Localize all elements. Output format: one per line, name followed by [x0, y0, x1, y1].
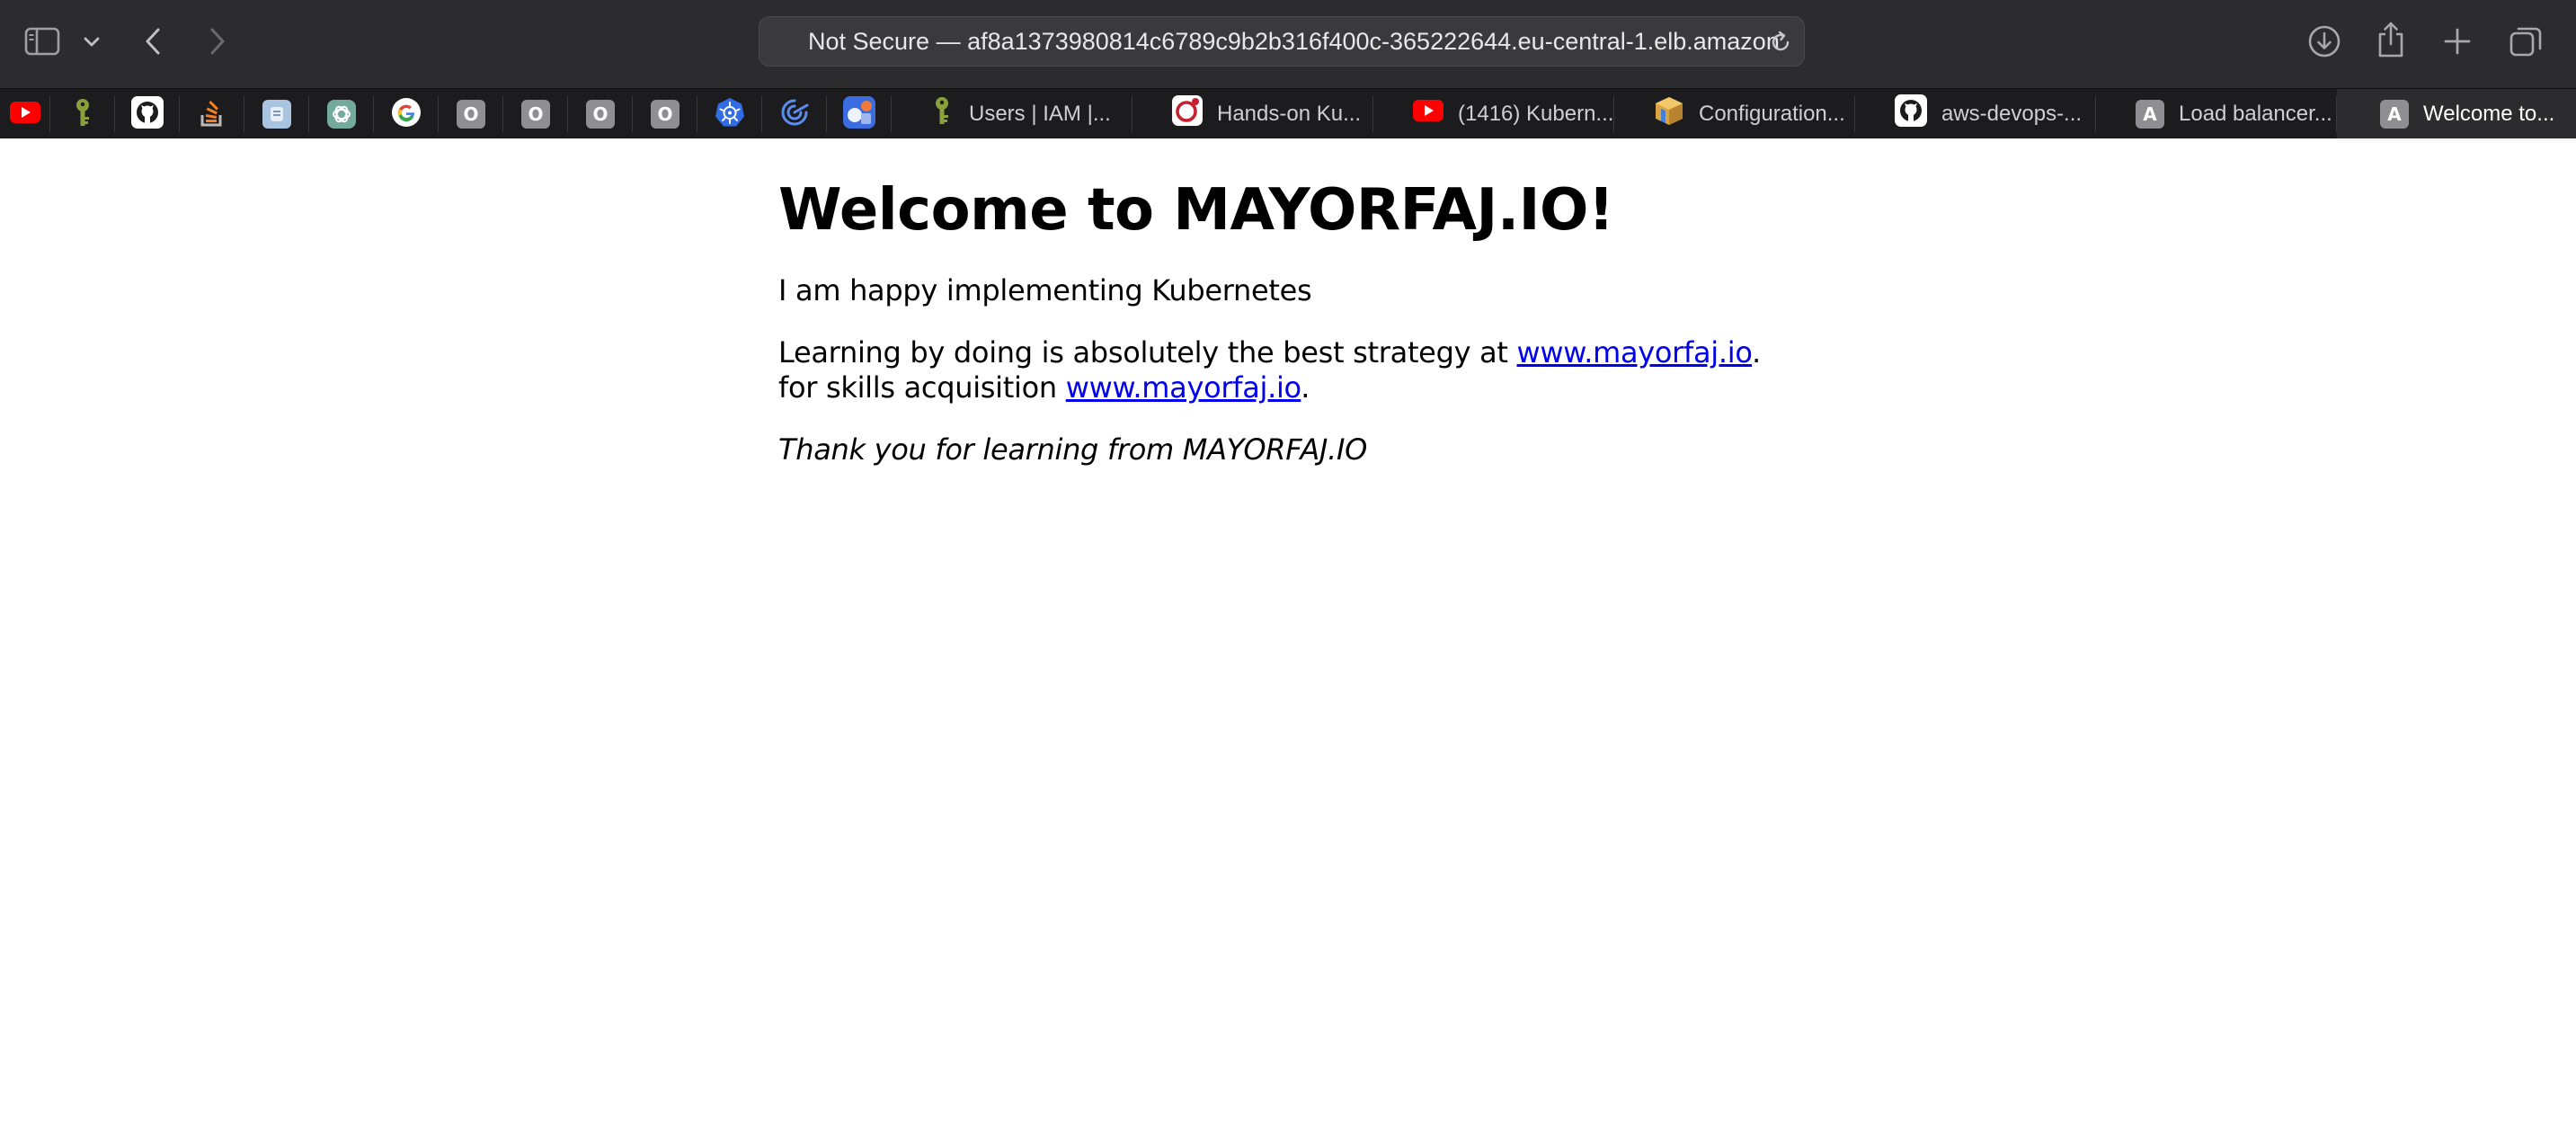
pinned-tab-o4[interactable]: O — [633, 89, 697, 138]
letter-a-icon: A — [2136, 99, 2164, 129]
letter-o-icon: O — [651, 99, 680, 129]
tab-label: Welcome to... — [2423, 101, 2555, 126]
key-icon — [931, 95, 953, 132]
sidebar-toggle-icon[interactable] — [22, 23, 63, 59]
letter-o-icon: O — [457, 99, 485, 129]
chatgpt-icon — [327, 99, 356, 129]
tab-label: (1416) Kubern... — [1458, 101, 1614, 126]
pinned-tab-kubernetes[interactable] — [697, 89, 762, 138]
mayorfaj-link[interactable]: www.mayorfaj.io — [1517, 335, 1753, 370]
tab-strip: O O O O Users | IAM |... Hands-on Ku... … — [0, 88, 2576, 138]
kubernetes-icon — [715, 97, 745, 131]
app-icon — [262, 99, 291, 129]
back-button[interactable] — [137, 23, 169, 59]
pinned-tab-key[interactable] — [50, 89, 115, 138]
tab-label: Load balancer... — [2179, 101, 2332, 126]
learning-text: Learning by doing is absolutely the best… — [778, 335, 1517, 370]
tab-aws-devops[interactable]: aws-devops-... — [1855, 89, 2096, 138]
tab-youtube-kubern[interactable]: (1416) Kubern... — [1373, 89, 1614, 138]
intro-text: I am happy implementing Kubernetes — [778, 273, 1312, 307]
mayorfaj-link-2[interactable]: www.mayorfaj.io — [1066, 370, 1301, 405]
tab-hands-on-ku[interactable]: Hands-on Ku... — [1133, 89, 1373, 138]
downloads-icon[interactable] — [2305, 22, 2344, 61]
pinned-tab-app[interactable] — [244, 89, 309, 138]
tab-configuration[interactable]: Configuration... — [1614, 89, 1855, 138]
period: . — [1752, 335, 1761, 370]
tab-label: Hands-on Ku... — [1217, 101, 1362, 126]
tab-welcome-active[interactable]: A Welcome to... — [2337, 89, 2576, 138]
github-icon — [1895, 94, 1927, 133]
security-label: Not Secure — [808, 28, 930, 55]
pinned-tab-o2[interactable]: O — [503, 89, 568, 138]
tab-users-iam[interactable]: Users | IAM |... — [892, 89, 1133, 138]
address-bar[interactable]: Not Secure — af8a1373980814c6789c9b2b316… — [759, 16, 1805, 67]
share-icon[interactable] — [2373, 18, 2409, 61]
tab-label: aws-devops-... — [1941, 101, 2083, 126]
learning-paragraph: Learning by doing is absolutely the best… — [778, 335, 1857, 405]
app-tile-icon — [843, 95, 875, 132]
pinned-tab-o3[interactable]: O — [568, 89, 633, 138]
period: . — [1301, 370, 1310, 405]
letter-o-icon: O — [521, 99, 550, 129]
chevron-down-icon[interactable] — [79, 31, 104, 52]
tab-load-balancer[interactable]: A Load balancer... — [2096, 89, 2337, 138]
tab-label: Configuration... — [1699, 101, 1845, 126]
forward-button[interactable] — [201, 23, 234, 59]
pinned-tab-google[interactable] — [374, 89, 439, 138]
spiral-icon — [779, 97, 810, 131]
key-icon — [72, 97, 93, 131]
pinned-tab-youtube[interactable] — [0, 89, 50, 138]
pinned-tab-spiral[interactable] — [762, 89, 827, 138]
reload-icon[interactable] — [1768, 30, 1793, 58]
thank-you-text: Thank you for learning from MAYORFAJ.IO — [778, 432, 1368, 467]
new-tab-icon[interactable] — [2439, 23, 2475, 59]
address-separator: — — [929, 28, 968, 55]
tab-label: Users | IAM |... — [969, 101, 1111, 126]
url-text: af8a1373980814c6789c9b2b316f400c-3652226… — [967, 28, 1781, 55]
pinned-tab-chatgpt[interactable] — [309, 89, 374, 138]
tab-overview-icon[interactable] — [2506, 22, 2545, 61]
pinned-tab-o1[interactable]: O — [439, 89, 503, 138]
page-content: Welcome to MAYORFAJ.IO! I am happy imple… — [778, 138, 1857, 468]
stackoverflow-icon — [199, 97, 226, 131]
pinned-tab-app-tile[interactable] — [827, 89, 892, 138]
browser-toolbar: Not Secure — af8a1373980814c6789c9b2b316… — [0, 0, 2576, 88]
github-icon — [131, 95, 164, 132]
address-text[interactable]: Not Secure — af8a1373980814c6789c9b2b316… — [808, 17, 1781, 66]
letter-o-icon: O — [586, 99, 615, 129]
box-icon — [1654, 95, 1684, 132]
youtube-icon — [1413, 100, 1443, 128]
pinned-tab-stackoverflow[interactable] — [180, 89, 244, 138]
google-icon — [391, 97, 422, 131]
record-icon — [1172, 95, 1203, 132]
youtube-icon — [10, 101, 40, 127]
skills-text: for skills acquisition — [778, 370, 1066, 405]
page-heading: Welcome to MAYORFAJ.IO! — [778, 177, 1614, 244]
letter-a-icon: A — [2380, 99, 2409, 129]
pinned-tab-github[interactable] — [115, 89, 180, 138]
